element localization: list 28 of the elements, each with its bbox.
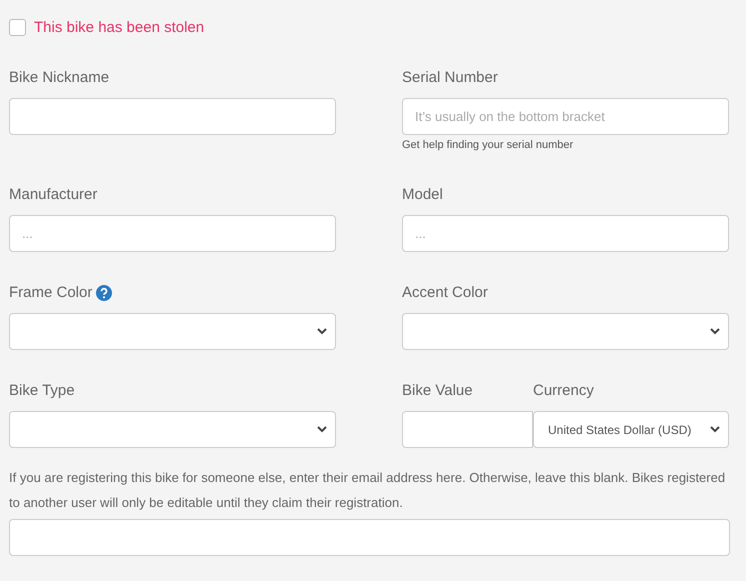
chevron-down-icon — [317, 426, 327, 433]
chevron-down-icon — [710, 328, 720, 335]
select-field[interactable] — [402, 313, 729, 350]
owner-email-note: If you are registering this bike for someone else, enter their email address here. Otherwise, leave this blank. Bikes registered to another user will only be editable until they claim their registration. — [9, 469, 726, 512]
select-field[interactable] — [9, 411, 336, 448]
chevron-down-icon — [710, 426, 720, 433]
field-label: Bike Type — [9, 381, 75, 401]
field-label: Frame Color — [9, 283, 92, 303]
text-field[interactable] — [9, 98, 336, 135]
currency-select[interactable]: United States Dollar (USD) — [533, 411, 729, 448]
value-field[interactable] — [402, 411, 533, 448]
field-label: Bike Value — [402, 381, 473, 401]
field-label: Manufacturer — [9, 185, 98, 205]
field-label: Serial Number — [402, 68, 498, 88]
help-icon[interactable] — [96, 285, 112, 301]
help-link[interactable]: Get help finding your serial number — [402, 139, 729, 151]
email-field[interactable] — [9, 519, 730, 556]
stolen-checkbox[interactable] — [9, 18, 26, 36]
text-field[interactable]: ... — [402, 215, 729, 252]
stolen-label: This bike has been stolen — [34, 18, 204, 36]
text-field[interactable]: It’s usually on the bottom bracket — [402, 98, 729, 135]
field-label: Currency — [533, 381, 594, 401]
field-label: Accent Color — [402, 283, 488, 303]
chevron-down-icon — [317, 328, 327, 335]
select-field[interactable] — [9, 313, 336, 350]
text-field[interactable]: ... — [9, 215, 336, 252]
field-label: Model — [402, 185, 443, 205]
field-label: Bike Nickname — [9, 68, 110, 88]
